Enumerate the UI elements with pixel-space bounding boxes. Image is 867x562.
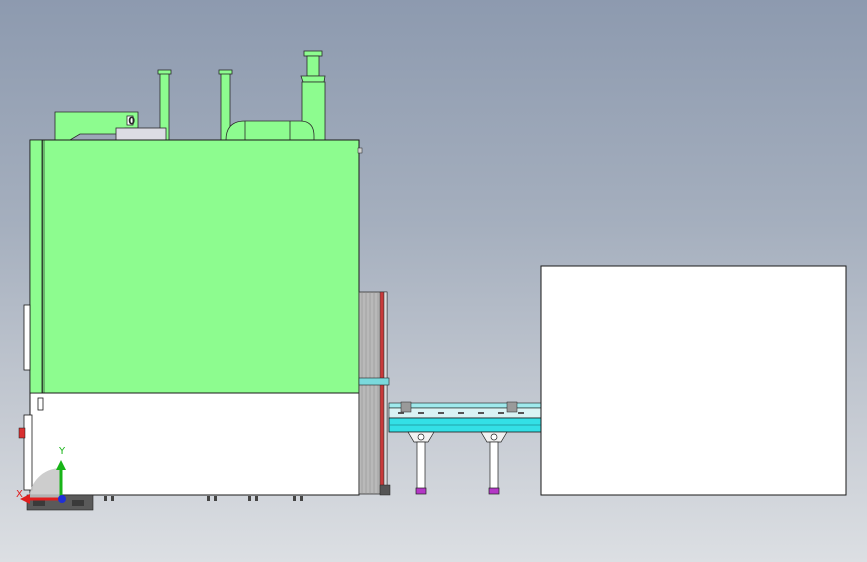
conveyor-leg-1	[407, 431, 435, 495]
machine-body[interactable]	[18, 139, 363, 496]
chimney-transition	[300, 75, 326, 83]
machine-upper-green	[29, 139, 360, 394]
conveyor-leg-2	[480, 431, 508, 495]
machine-base	[26, 494, 303, 511]
cabinet-box[interactable]	[540, 265, 847, 496]
axis-y-label: Y	[58, 446, 66, 457]
chimney-cap	[303, 50, 323, 57]
exhaust-stacks	[157, 50, 326, 141]
conveyor-top-rail	[388, 402, 543, 409]
chimney-neck	[306, 55, 320, 77]
outfeed-conveyor[interactable]	[388, 401, 543, 495]
panel-marker: 0	[129, 116, 135, 127]
exit-frame[interactable]	[358, 291, 391, 496]
roof-control-box: 0	[54, 111, 167, 141]
cad-viewport[interactable]: 0 Y X	[0, 0, 867, 562]
machine-lower-white	[29, 392, 360, 496]
axis-x-label: X	[16, 489, 23, 500]
duct-elbow	[225, 120, 315, 141]
